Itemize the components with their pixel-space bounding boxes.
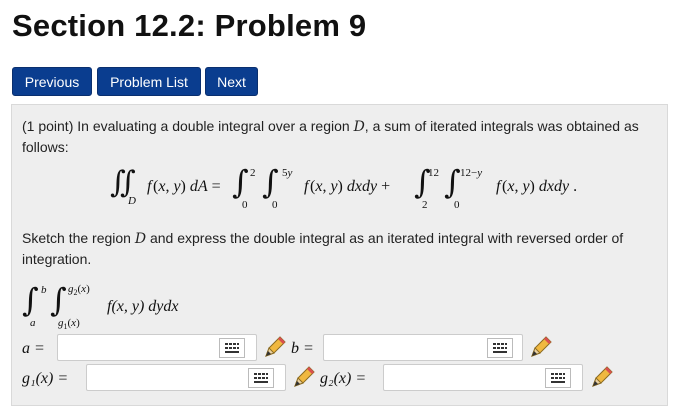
pencil-icon[interactable] <box>291 364 317 390</box>
region-variable-2: D <box>134 231 147 247</box>
problem-list-button[interactable]: Problem List <box>97 67 201 96</box>
pencil-icon[interactable] <box>528 334 554 360</box>
sketch-instruction: Sketch the region D and express the doub… <box>22 228 662 269</box>
page-title: Section 12.2: Problem 9 <box>12 8 367 43</box>
points-label: (1 point) <box>22 118 74 134</box>
b-label: b = <box>291 340 314 357</box>
keyboard-icon[interactable] <box>487 338 513 358</box>
pencil-icon[interactable] <box>262 334 288 360</box>
keyboard-icon[interactable] <box>248 368 274 388</box>
answer-integrand: f(x, y) dydx <box>107 298 179 315</box>
problem-statement: (1 point) In evaluating a double integra… <box>22 116 662 157</box>
sketch-text: Sketch the region <box>22 230 131 246</box>
keyboard-icon[interactable] <box>219 338 245 358</box>
keyboard-icon[interactable] <box>545 368 571 388</box>
previous-button[interactable]: Previous <box>12 67 92 96</box>
pencil-icon[interactable] <box>589 364 615 390</box>
a-label: a = <box>22 340 45 357</box>
next-button[interactable]: Next <box>205 67 258 96</box>
g1-label: g₁(x) = <box>22 370 69 387</box>
g2-label: g₂(x) = <box>320 370 367 387</box>
intro-text: In evaluating a double integral over a r… <box>77 118 350 134</box>
region-variable: D <box>353 119 365 135</box>
